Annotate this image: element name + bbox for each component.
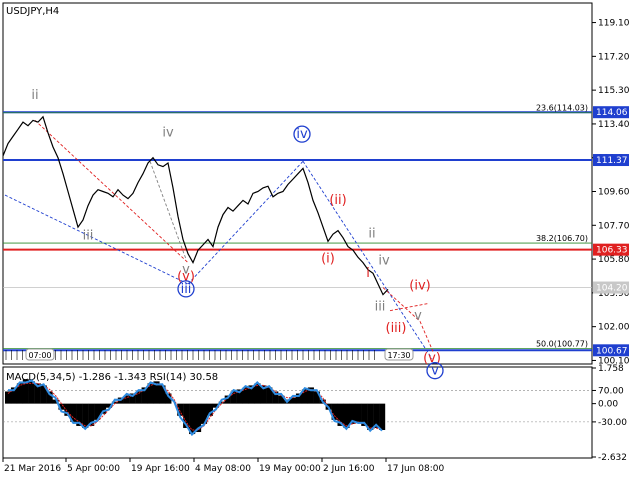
price-tick-label: 119.10 (598, 19, 630, 29)
time-tick-label: 5 Apr 00:00 (67, 464, 120, 474)
indicator-tick-label: -30.00 (598, 418, 627, 428)
price-tick-label: 117.20 (598, 52, 630, 62)
wave-label: ii (31, 88, 38, 103)
price-tick-label: 109.60 (598, 188, 630, 198)
event-time-label: 17:30 (387, 351, 410, 360)
wave-label: iii (375, 300, 386, 315)
price-chart[interactable]: USDJPY,H4 MACD(5,34,5) -1.286 -1.343 RSI… (0, 0, 640, 480)
price-tick-label: 105.80 (598, 255, 630, 265)
wave-label: v (414, 309, 422, 324)
level-price-label: 104.20 (596, 284, 628, 294)
price-tick-label: 115.30 (598, 86, 630, 96)
time-tick-label: 19 Apr 16:00 (131, 464, 190, 474)
wave-label: (iii) (386, 321, 407, 336)
indicator-tick-label: 0.00 (598, 400, 618, 410)
wave-label: (i) (321, 252, 335, 267)
wave-label: iii (181, 282, 192, 297)
wave-label: v (431, 364, 439, 379)
main-chart-frame (2, 2, 593, 365)
time-tick-label: 2 Jun 16:00 (323, 464, 375, 474)
time-tick-label: 19 May 00:00 (259, 464, 321, 474)
terminal-chart-window: USDJPY,H4 MACD(5,34,5) -1.286 -1.343 RSI… (0, 0, 640, 480)
wave-label: iii (83, 229, 94, 244)
wave-label: iv (378, 253, 390, 268)
fib-label: 50.0(100.77) (536, 340, 588, 349)
time-axis: 21 Mar 2016 5 Apr 00:00 19 Apr 16:00 4 May … (2, 458, 444, 474)
price-axis: 119.10117.20115.30113.40111.50109.60107.… (592, 19, 630, 366)
macd-bar (379, 403, 386, 430)
macd-bar (355, 403, 362, 422)
price-tick-label: 102.00 (598, 323, 630, 333)
indicator-title: MACD(5,34,5) -1.286 -1.343 RSI(14) 30.58 (6, 372, 218, 383)
indicator-tick-label: 70.00 (598, 386, 624, 396)
wave-label: iv (162, 125, 174, 140)
price-tick-label: 113.40 (598, 120, 630, 130)
level-price-label: 106.33 (596, 246, 628, 256)
macd-bar (28, 381, 35, 404)
level-price-label: 100.67 (596, 346, 628, 356)
indicator-tick-label: 1.758 (598, 364, 624, 374)
level-price-label: 111.37 (596, 156, 628, 166)
time-tick-label: 17 Jun 08:00 (387, 464, 444, 474)
macd-bar (254, 383, 261, 404)
wave-label: (ii) (329, 193, 346, 208)
wave-label: i (366, 266, 370, 281)
level-price-label: 114.06 (596, 108, 628, 118)
wave-label: iv (296, 127, 308, 142)
wave-label: ii (368, 227, 375, 242)
chart-title: USDJPY,H4 (6, 6, 59, 17)
wave-label: (iv) (409, 278, 430, 293)
event-time-label: 07:00 (28, 351, 51, 360)
price-tick-label: 107.70 (598, 221, 630, 231)
indicator-tick-label: -2.632 (598, 453, 627, 463)
time-tick-label: 4 May 08:00 (195, 464, 251, 474)
fib-label: 23.6(114.03) (536, 104, 588, 113)
fib-label: 38.2(106.70) (536, 234, 588, 243)
time-tick-label: 21 Mar 2016 (4, 464, 61, 474)
